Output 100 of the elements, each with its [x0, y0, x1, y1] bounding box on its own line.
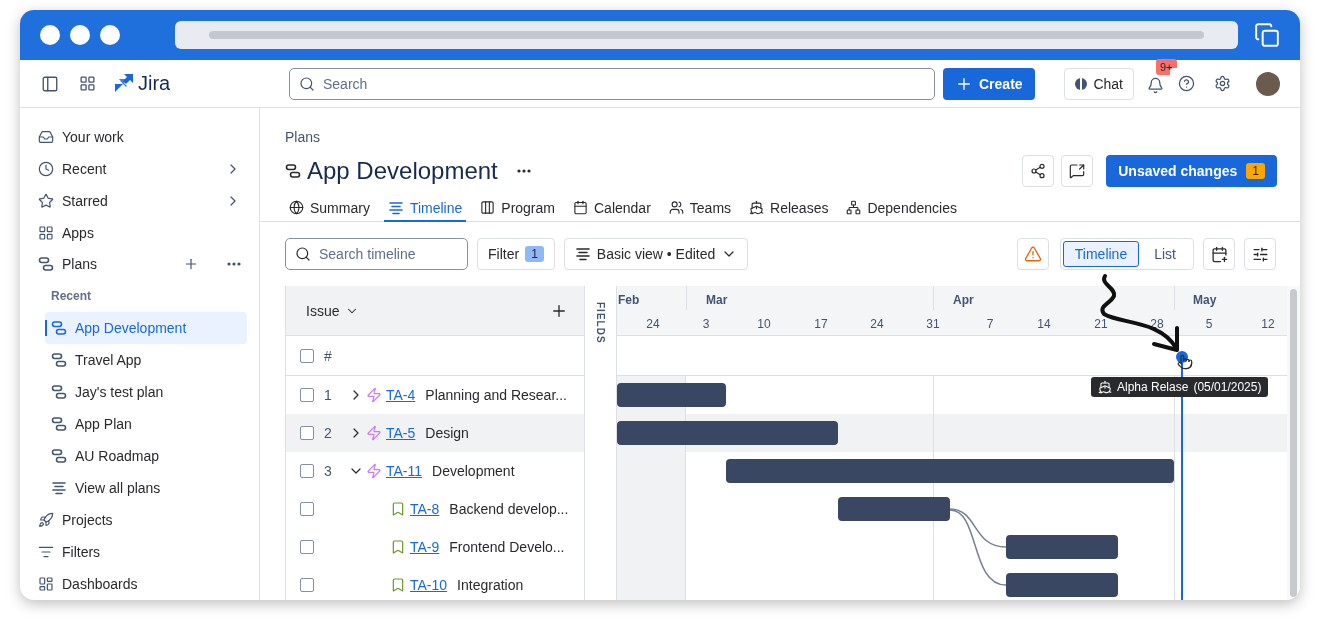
select-all-checkbox[interactable] — [300, 348, 314, 363]
tab[interactable]: Dependencies — [842, 195, 961, 222]
view-dropdown[interactable]: Basic view • Edited — [563, 238, 749, 270]
create-button[interactable]: Create — [943, 67, 1035, 100]
day-label: 21 — [1094, 317, 1108, 331]
window-minimize-control[interactable] — [70, 25, 90, 45]
sidebar-item[interactable]: Filters — [32, 536, 247, 569]
avatar[interactable] — [1256, 71, 1280, 96]
month-label: Mar — [706, 293, 728, 307]
plan-icon — [285, 163, 301, 179]
filter-button[interactable]: Filter 1 — [477, 238, 555, 270]
add-dates-button[interactable] — [1203, 238, 1235, 270]
share-button[interactable] — [1022, 155, 1055, 187]
day-label: 24 — [646, 317, 660, 331]
day-label: 12 — [1261, 317, 1275, 331]
issue-summary: Design — [425, 425, 469, 441]
bookmark-icon — [390, 501, 406, 517]
bookmark-icon — [390, 539, 406, 555]
window-close-control[interactable] — [40, 25, 60, 45]
chat-button[interactable]: Chat — [1064, 67, 1134, 100]
tab[interactable]: Summary — [285, 195, 374, 222]
people-icon — [668, 200, 684, 215]
issue-key-link[interactable]: TA-4 — [386, 387, 416, 403]
row-number: 3 — [324, 463, 333, 479]
month-label: Feb — [618, 293, 640, 307]
view-settings-button[interactable] — [1244, 238, 1276, 270]
tab[interactable]: Program — [476, 195, 559, 222]
issue-summary: Frontend Develo... — [449, 539, 565, 555]
more-icon — [516, 169, 531, 173]
issue-key-link[interactable]: TA-10 — [410, 577, 448, 593]
issue-key-link[interactable]: TA-11 — [386, 463, 423, 479]
filter-count: 1 — [525, 246, 544, 262]
plan-icon — [38, 256, 54, 273]
lightning-icon — [366, 387, 382, 403]
day-label: 31 — [926, 317, 940, 331]
plan-icon — [51, 320, 67, 337]
row-number: 1 — [324, 387, 333, 403]
plan-item[interactable]: AU Roadmap — [45, 440, 247, 473]
view-toggle[interactable]: List — [1139, 241, 1191, 267]
hierarchy-icon — [846, 200, 862, 215]
day-label: 14 — [1037, 317, 1051, 331]
issue-key-link[interactable]: TA-5 — [386, 425, 416, 441]
bookmark-icon — [390, 577, 406, 593]
row-checkbox[interactable] — [300, 388, 314, 402]
sidebar-item[interactable]: Your work — [32, 121, 247, 153]
plan-icon — [51, 384, 67, 401]
row-checkbox[interactable] — [300, 578, 314, 592]
plan-item[interactable]: View all plans — [45, 472, 247, 505]
issue-key-link[interactable]: TA-8 — [410, 501, 440, 517]
column-header[interactable]: Issue — [306, 302, 360, 319]
sidebar-item[interactable]: Starred — [32, 184, 247, 217]
star-icon — [38, 192, 54, 209]
lightning-icon — [366, 425, 382, 441]
day-label: 17 — [814, 317, 828, 331]
issue-summary: Backend develop... — [449, 501, 569, 517]
issue-key-link[interactable]: TA-9 — [410, 539, 440, 555]
plan-item[interactable]: Travel App — [45, 344, 247, 377]
day-label: 24 — [870, 317, 884, 331]
tabs-icon[interactable] — [1254, 22, 1280, 48]
tab[interactable]: Releases — [745, 195, 833, 222]
sidebar-item[interactable]: Projects — [32, 504, 247, 537]
chat-logo-icon — [1075, 77, 1088, 90]
ship-icon — [1098, 380, 1112, 394]
search-icon — [295, 246, 311, 262]
inbox-icon — [38, 128, 54, 145]
issue-summary: Planning and Resear... — [425, 387, 567, 403]
breadcrumb: Plans — [285, 128, 322, 147]
scrollbar[interactable] — [1287, 286, 1300, 600]
list-icon — [51, 480, 67, 497]
tab[interactable]: Calendar — [569, 195, 655, 222]
sidebar-item[interactable]: Dashboards — [32, 568, 247, 600]
columns-icon — [480, 200, 496, 215]
lightning-icon — [366, 463, 382, 479]
sidebar-item[interactable]: Apps — [32, 216, 247, 249]
search-field[interactable]: Search — [289, 67, 935, 100]
plan-item[interactable]: Jay's test plan — [45, 376, 247, 409]
window-zoom-control[interactable] — [100, 25, 120, 45]
row-checkbox[interactable] — [300, 426, 314, 440]
day-label: 7 — [986, 317, 994, 331]
unsaved-changes-button[interactable]: Unsaved changes 1 — [1106, 155, 1277, 187]
sidebar-item[interactable]: Recent — [32, 152, 247, 185]
view-icon — [574, 246, 591, 262]
month-label: Apr — [953, 293, 974, 307]
feedback-button[interactable] — [1061, 155, 1094, 187]
fields-toggle[interactable]: FIELDS — [595, 302, 606, 344]
row-checkbox[interactable] — [300, 540, 314, 554]
tab[interactable]: Timeline — [383, 195, 467, 222]
warning-button[interactable] — [1016, 238, 1049, 270]
calendar-plus-icon — [1210, 245, 1228, 263]
plan-item[interactable]: App Plan — [45, 408, 247, 441]
plan-item[interactable]: App Development — [45, 312, 247, 345]
timeline-search-field[interactable]: Search timeline — [285, 238, 468, 270]
issue-row[interactable]: 2 TA-5 Design — [286, 414, 584, 452]
row-checkbox[interactable] — [300, 502, 314, 516]
plan-icon — [51, 448, 67, 465]
view-toggle[interactable]: Timeline — [1062, 241, 1140, 267]
sidebar-item[interactable]: Plans — [32, 248, 247, 281]
bell-icon — [1146, 77, 1164, 94]
tab[interactable]: Teams — [664, 195, 736, 222]
row-checkbox[interactable] — [300, 464, 314, 478]
